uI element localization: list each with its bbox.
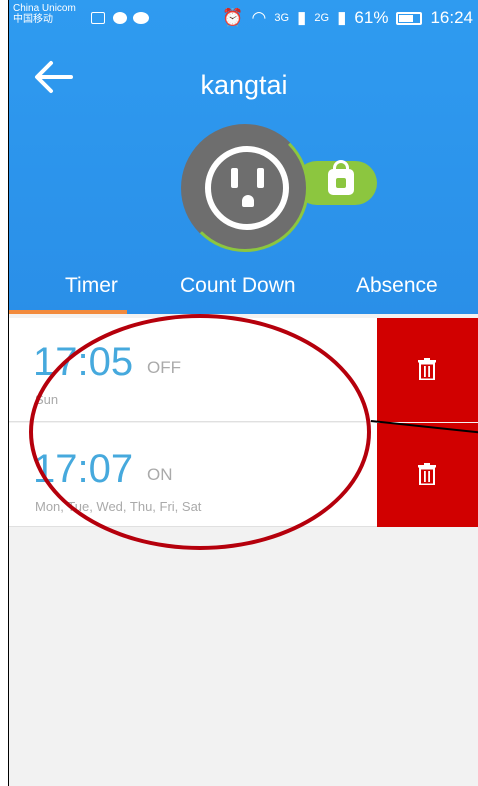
battery-percent: 61% [354,8,389,27]
status-right: ⏰ ◠ 3G ▮ 2G ▮ 61% 16:24 [222,8,473,28]
lock-icon-body [328,169,354,195]
signal-icon: ▮ [297,8,307,27]
wifi-icon: ◠ [251,8,267,27]
app-screen: China Unicom 中国移动 ⏰ ◠ 3G ▮ 2G ▮ 61% 16:2… [8,0,478,786]
image-notification-icon [91,12,105,24]
network-3g: 3G [274,12,290,24]
battery-icon [396,11,423,25]
clock: 16:24 [430,8,473,27]
trash-icon [418,463,436,485]
header: China Unicom 中国移动 ⏰ ◠ 3G ▮ 2G ▮ 61% 16:2… [9,0,478,314]
socket-outlet-icon [205,146,289,230]
carrier: China Unicom 中国移动 [13,3,76,25]
trash-icon [418,358,436,380]
outlet-slot-left [231,168,238,188]
tab-count-down[interactable]: Count Down [180,274,296,298]
network-2g: 2G [314,12,330,24]
annotation-ellipse [29,314,371,550]
delete-button[interactable] [377,423,478,527]
signal-icon: ▮ [337,8,347,27]
active-tab-indicator [9,310,127,314]
app-notification-icon [113,12,127,24]
device-title: kangtai [200,70,288,100]
outlet-ground [242,195,254,207]
alarm-icon: ⏰ [222,8,244,27]
status-bar: China Unicom 中国移动 ⏰ ◠ 3G ▮ 2G ▮ 61% 16:2… [9,0,478,36]
tab-timer[interactable]: Timer [65,274,118,298]
wechat-icon [133,12,149,24]
outlet-slot-right [257,168,264,188]
tab-absence[interactable]: Absence [356,274,438,298]
delete-button[interactable] [377,318,478,422]
